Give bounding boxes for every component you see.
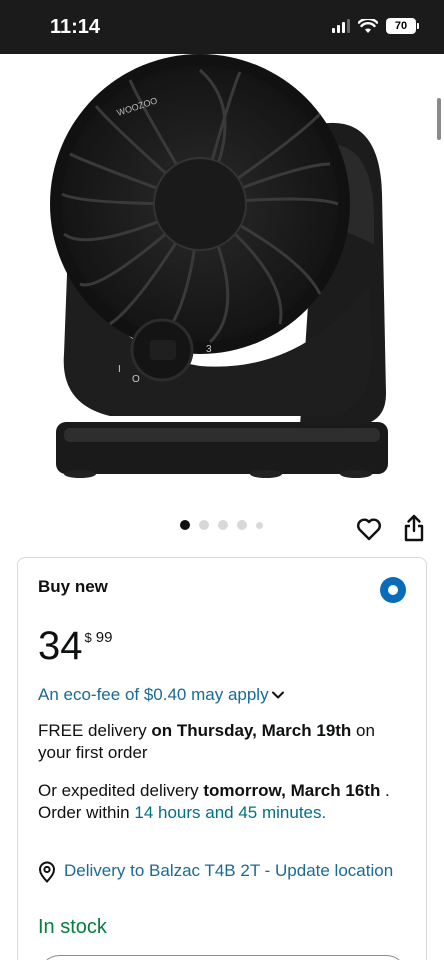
status-time: 11:14	[50, 16, 101, 38]
eco-fee-text: An eco-fee of $0.40 may apply	[38, 685, 269, 704]
battery-icon: 70	[386, 18, 419, 34]
price-whole: 34	[38, 624, 83, 668]
signal-icon	[332, 19, 350, 33]
order-countdown: 14 hours and 45 minutes.	[134, 803, 327, 822]
share-icon[interactable]	[403, 514, 425, 542]
carousel-dot-5[interactable]	[256, 521, 263, 529]
expedited-delivery-date: tomorrow, March 16th	[203, 781, 381, 800]
chevron-down-icon	[271, 691, 284, 699]
delivery-location-text: Delivery to Balzac T4B 2T - Update locat…	[64, 861, 394, 880]
stock-status: In stock	[38, 916, 107, 938]
eco-fee-link[interactable]: An eco-fee of $0.40 may apply	[38, 685, 285, 705]
svg-text:3: 3	[206, 344, 212, 355]
free-delivery-message: FREE delivery on Thursday, March 19th on…	[38, 721, 375, 762]
scroll-indicator[interactable]	[437, 98, 441, 140]
free-delivery-date: on Thursday, March 19th	[151, 721, 352, 740]
carousel-dot-1[interactable]	[180, 520, 190, 530]
price-fraction: 99	[95, 629, 113, 646]
location-pin-icon	[38, 861, 56, 883]
svg-text:I: I	[118, 364, 121, 375]
buy-new-card[interactable]: Buy new 34 $ 99 An eco-fee of $0.40 may …	[17, 557, 427, 960]
quantity-selector[interactable]	[38, 955, 408, 960]
wifi-icon	[358, 18, 378, 33]
svg-text:O: O	[132, 374, 140, 385]
carousel-dot-2[interactable]	[199, 520, 209, 530]
carousel-dot-3[interactable]	[218, 520, 228, 530]
carousel-dot-4[interactable]	[237, 520, 247, 530]
status-icons: 70	[332, 18, 419, 34]
fan-illustration: WOOZOO I O 3	[50, 54, 388, 478]
heart-icon[interactable]	[356, 516, 382, 542]
carousel-dots[interactable]	[180, 520, 263, 530]
expedited-delivery-message: Or expedited delivery tomorrow, March 16…	[38, 781, 390, 822]
product-image[interactable]: WOOZOO I O 3	[0, 54, 444, 510]
price-currency: $	[84, 630, 92, 645]
price: 34 $ 99	[38, 626, 112, 666]
delivery-location-link[interactable]: Delivery to Balzac T4B 2T - Update locat…	[38, 860, 410, 883]
status-bar: 11:14 70	[0, 0, 444, 54]
buy-new-radio[interactable]	[380, 577, 406, 603]
buy-new-title: Buy new	[38, 577, 108, 596]
